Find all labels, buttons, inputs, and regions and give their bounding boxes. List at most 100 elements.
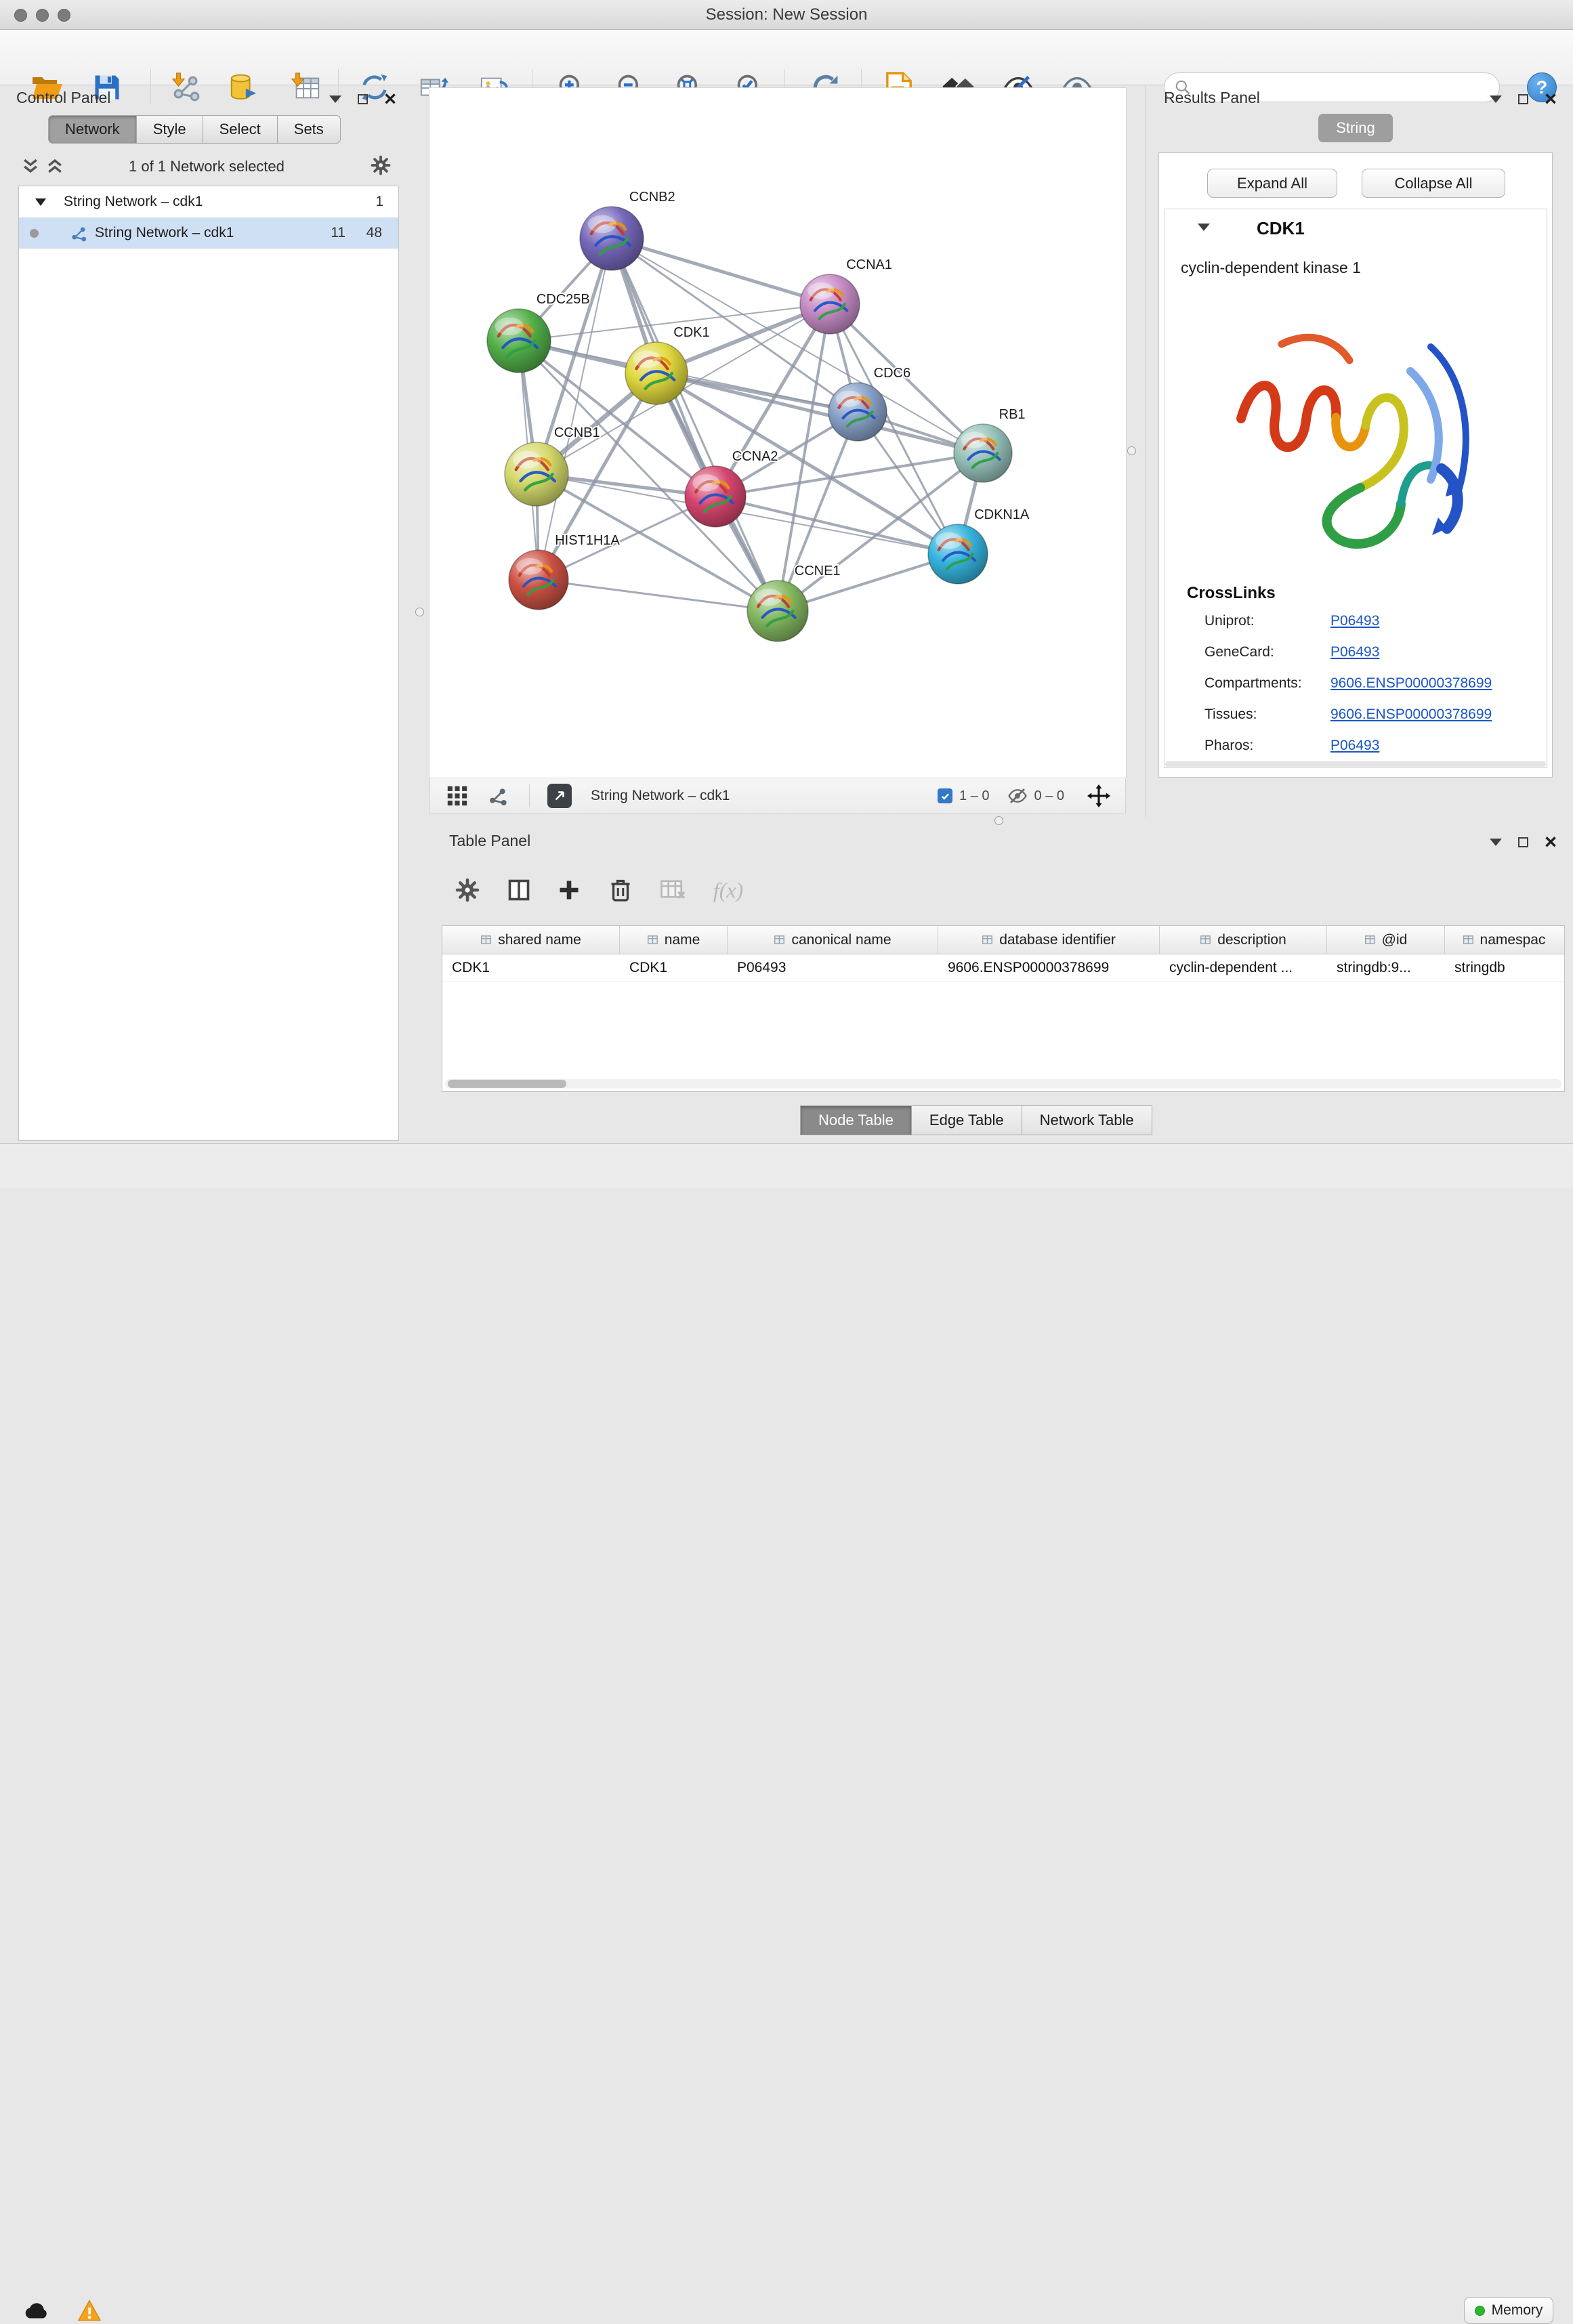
- entry-collapse-icon[interactable]: [1198, 224, 1210, 231]
- function-builder-icon[interactable]: f(x): [705, 872, 752, 908]
- control-panel-title: Control Panel: [16, 89, 110, 107]
- panel-close-icon[interactable]: ×: [1545, 834, 1557, 851]
- import-table-icon[interactable]: [287, 68, 324, 106]
- bottom-splitter-handle[interactable]: [994, 816, 1003, 825]
- network-node-cdkn1a[interactable]: [928, 524, 988, 584]
- panel-float-icon[interactable]: [1518, 837, 1528, 847]
- table-hscrollbar[interactable]: [445, 1079, 1561, 1089]
- tab-string[interactable]: String: [1318, 114, 1393, 142]
- tab-style[interactable]: Style: [136, 115, 203, 144]
- network-edge[interactable]: [612, 238, 830, 304]
- network-node-ccna1[interactable]: [800, 274, 860, 334]
- network-options-gear-icon[interactable]: [369, 153, 393, 177]
- network-edge[interactable]: [539, 580, 778, 611]
- column-header[interactable]: description: [1160, 926, 1327, 954]
- node-label: CCNB2: [629, 190, 675, 205]
- network-collection-label: String Network – cdk1: [64, 194, 203, 210]
- network-node-rb1[interactable]: [954, 424, 1012, 482]
- tree-expand-icon[interactable]: [35, 198, 46, 206]
- delete-table-icon[interactable]: [656, 872, 691, 908]
- column-icon: [774, 934, 786, 946]
- tab-edge-table[interactable]: Edge Table: [911, 1105, 1022, 1135]
- table-tabs: Node Table Edge Table Network Table: [801, 1105, 1152, 1135]
- crosslink-genecard[interactable]: P06493: [1330, 644, 1379, 660]
- network-node-hist1h1a[interactable]: [509, 550, 568, 610]
- network-row-selected[interactable]: String Network – cdk1 11 48: [19, 217, 398, 249]
- network-row-label: String Network – cdk1: [95, 225, 234, 241]
- column-icon: [1364, 934, 1377, 946]
- table-row[interactable]: CDK1 CDK1 P06493 9606.ENSP00000378699 cy…: [442, 954, 1564, 981]
- tab-sets[interactable]: Sets: [277, 115, 341, 144]
- network-edge[interactable]: [715, 497, 958, 554]
- crosslink-tissues[interactable]: 9606.ENSP00000378699: [1330, 706, 1492, 723]
- column-header[interactable]: canonical name: [728, 926, 938, 954]
- network-node-ccna2[interactable]: [685, 466, 746, 527]
- show-columns-icon[interactable]: [501, 872, 537, 908]
- window-close-button[interactable]: [14, 9, 27, 22]
- network-collection-row[interactable]: String Network – cdk1 1: [19, 186, 398, 217]
- network-status-bar: String Network – cdk1 1 – 0 0 – 0: [429, 778, 1126, 814]
- node-table: shared name name canonical name database…: [442, 925, 1565, 1092]
- window-minimize-button[interactable]: [36, 9, 49, 22]
- import-network-file-icon[interactable]: [167, 68, 205, 106]
- memory-button[interactable]: Memory: [1464, 2297, 1553, 2324]
- panel-close-icon[interactable]: ×: [1545, 91, 1557, 108]
- network-edge[interactable]: [612, 238, 778, 611]
- import-network-database-icon[interactable]: [224, 68, 262, 106]
- column-header[interactable]: database identifier: [938, 926, 1160, 954]
- cloud-icon[interactable]: [20, 2297, 53, 2324]
- collapse-all-button[interactable]: Collapse All: [1362, 169, 1505, 198]
- results-scrollbar[interactable]: [1165, 761, 1546, 767]
- delete-column-trash-icon[interactable]: [603, 872, 638, 908]
- network-node-cdc25b[interactable]: [487, 309, 551, 373]
- birdseye-view-icon[interactable]: [487, 785, 509, 807]
- panel-close-icon[interactable]: ×: [384, 91, 396, 108]
- panel-menu-icon[interactable]: [329, 96, 341, 103]
- column-header[interactable]: name: [620, 926, 728, 954]
- column-header[interactable]: @id: [1327, 926, 1445, 954]
- crosslink-compartments[interactable]: 9606.ENSP00000378699: [1330, 675, 1492, 692]
- table-settings-gear-icon[interactable]: [450, 872, 485, 908]
- expand-all-icon[interactable]: [43, 154, 66, 177]
- left-splitter-handle[interactable]: [415, 608, 424, 616]
- tab-network-table[interactable]: Network Table: [1022, 1105, 1152, 1135]
- network-edge[interactable]: [539, 238, 612, 580]
- string-network-graph[interactable]: CCNB2CCNA1CDC25BCDK1CDC6RB1CCNB1CCNA2CDK…: [429, 88, 1126, 778]
- network-node-ccne1[interactable]: [747, 580, 808, 641]
- node-label: CCNA1: [846, 257, 892, 272]
- tab-select[interactable]: Select: [203, 115, 278, 144]
- pan-crosshair-icon[interactable]: [1087, 784, 1110, 807]
- panel-menu-icon[interactable]: [1490, 96, 1502, 103]
- network-selection-status: 1 of 1 Network selected: [129, 158, 285, 175]
- window-title: Session: New Session: [706, 5, 868, 24]
- panel-float-icon[interactable]: [358, 94, 368, 104]
- grid-view-icon[interactable]: [446, 785, 468, 807]
- node-label: CCNE1: [795, 564, 841, 578]
- column-header[interactable]: shared name: [442, 926, 620, 954]
- tab-node-table[interactable]: Node Table: [800, 1105, 912, 1135]
- selected-checkbox-icon[interactable]: [938, 788, 952, 803]
- table-hscrollbar-thumb[interactable]: [448, 1080, 566, 1088]
- tab-network[interactable]: Network: [48, 115, 137, 144]
- collapse-all-icon[interactable]: [19, 154, 42, 177]
- table-header-row: shared name name canonical name database…: [442, 926, 1564, 954]
- crosslink-pharos[interactable]: P06493: [1330, 738, 1379, 754]
- hidden-count: 0 – 0: [1034, 788, 1064, 804]
- hidden-eye-slash-icon: [1007, 787, 1028, 805]
- right-splitter-handle[interactable]: [1127, 446, 1136, 455]
- export-view-icon[interactable]: [547, 784, 572, 808]
- panel-float-icon[interactable]: [1518, 94, 1528, 104]
- network-node-cdk1[interactable]: [625, 342, 688, 404]
- network-node-cdc6[interactable]: [829, 383, 887, 441]
- expand-all-button[interactable]: Expand All: [1207, 169, 1337, 198]
- create-column-plus-icon[interactable]: [551, 872, 587, 908]
- warning-icon[interactable]: [73, 2297, 106, 2324]
- crosslink-uniprot[interactable]: P06493: [1330, 613, 1379, 629]
- network-canvas[interactable]: CCNB2CCNA1CDC25BCDK1CDC6RB1CCNB1CCNA2CDK…: [429, 88, 1126, 778]
- window-zoom-button[interactable]: [58, 9, 70, 22]
- network-node-ccnb1[interactable]: [505, 442, 568, 506]
- network-node-ccnb2[interactable]: [580, 207, 644, 270]
- node-label: CCNB1: [554, 425, 600, 440]
- panel-menu-icon[interactable]: [1490, 839, 1502, 846]
- column-header[interactable]: namespac: [1445, 926, 1563, 954]
